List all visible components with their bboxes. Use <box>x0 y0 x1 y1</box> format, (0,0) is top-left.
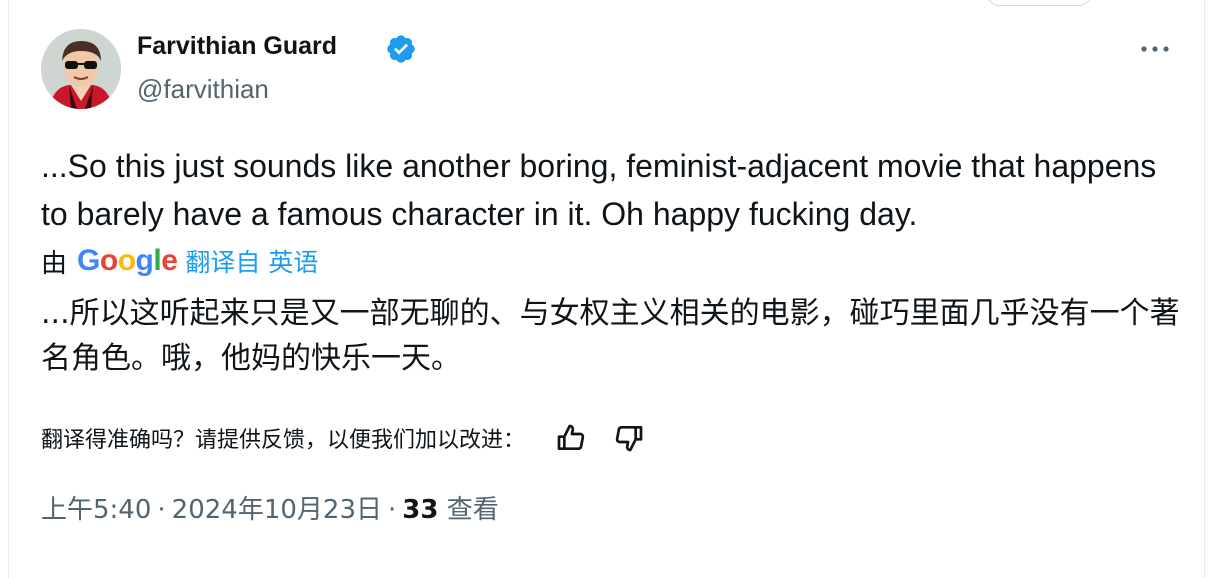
translation-feedback: 翻译得准确吗？请提供反馈，以便我们加以改进： <box>41 418 645 458</box>
thumbs-down-icon[interactable] <box>613 422 645 454</box>
meta-separator: · <box>388 495 397 525</box>
feedback-prompt: 翻译得准确吗？请提供反馈，以便我们加以改进： <box>41 428 526 453</box>
author-name[interactable]: Farvithian Guard <box>137 32 337 61</box>
meta-separator: · <box>157 495 166 525</box>
verified-badge-icon[interactable] <box>385 33 417 65</box>
views-label: 查看 <box>446 495 499 525</box>
avatar[interactable] <box>41 29 121 109</box>
more-options-icon[interactable] <box>1139 38 1171 60</box>
top-pill-button[interactable] <box>986 0 1092 6</box>
author-handle[interactable]: @farvithian <box>137 74 269 105</box>
tweet-time[interactable]: 上午5:40 <box>41 495 151 525</box>
thumbs-up-icon[interactable] <box>555 422 587 454</box>
tweet-text: ...So this just sounds like another bori… <box>41 148 1157 232</box>
google-logo: Google <box>77 244 178 277</box>
translated-text: ...所以这听起来只是又一部无聊的、与女权主义相关的电影，碰巧里面几乎没有一个著… <box>41 296 1180 376</box>
tweet-metadata: 上午5:40 · 2024年10月23日 · 33 查看 <box>41 489 499 526</box>
views-count: 33 <box>402 495 439 525</box>
translated-from-link[interactable]: 翻译自 英语 <box>185 243 318 279</box>
translated-by-label: 由 <box>41 248 68 279</box>
translation-attribution: 由 Google 翻译自 英语 <box>41 243 318 279</box>
tweet-date[interactable]: 2024年10月23日 <box>172 495 382 525</box>
avatar-illustration <box>41 29 121 109</box>
